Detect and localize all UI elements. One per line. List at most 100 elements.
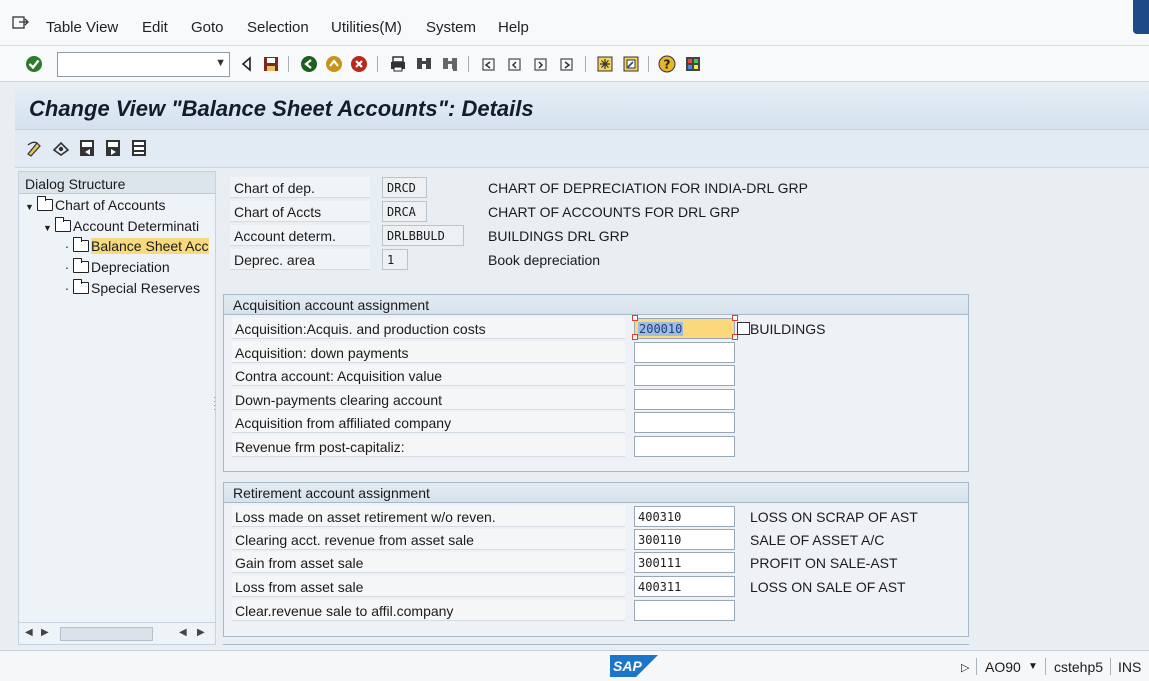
exit-icon[interactable] — [325, 55, 343, 73]
label-clearing-revenue: Clearing acct. revenue from asset sale — [232, 529, 625, 550]
first-page-icon[interactable] — [480, 55, 498, 73]
scroll-right-icon[interactable]: ▶ — [197, 627, 205, 638]
value-help-icon[interactable] — [737, 322, 750, 335]
input-affiliated-company[interactable] — [634, 412, 735, 433]
input-loss-asset-retirement[interactable]: 400310 — [634, 506, 735, 527]
tree-expand-icon[interactable]: ▼ — [43, 223, 55, 233]
input-revenue-post-capitaliz[interactable] — [634, 436, 735, 457]
input-down-payments-clearing[interactable] — [634, 389, 735, 410]
menu-bar: Table View Edit Goto Selection Utilities… — [0, 0, 1149, 46]
select-all-icon[interactable] — [129, 138, 149, 158]
toolbar-separator — [585, 56, 586, 72]
cancel-icon[interactable] — [350, 55, 368, 73]
previous-entry-icon[interactable] — [77, 138, 97, 158]
status-expand-icon[interactable]: ▷ — [961, 661, 969, 674]
menu-selection[interactable]: Selection — [247, 19, 309, 36]
retirement-group-title: Retirement account assignment — [224, 483, 968, 503]
scroll-left-icon[interactable]: ◀ — [179, 627, 187, 638]
menu-help[interactable]: Help — [498, 19, 529, 36]
next-page-icon[interactable] — [532, 55, 550, 73]
folder-icon — [73, 279, 89, 294]
status-transaction: AO90 — [985, 659, 1021, 675]
label-down-payments: Acquisition: down payments — [232, 342, 625, 363]
label-affiliated-company: Acquisition from affiliated company — [232, 412, 625, 433]
menu-table-view[interactable]: Table View — [46, 19, 118, 36]
selection-handle — [632, 334, 638, 340]
menu-utilities[interactable]: Utilities(M) — [331, 19, 402, 36]
other-entry-icon[interactable] — [51, 138, 71, 158]
menu-edit[interactable]: Edit — [142, 19, 168, 36]
label-account-determ: Account determ. — [230, 225, 370, 246]
help-icon[interactable]: ? — [658, 55, 676, 73]
input-gain-asset-sale[interactable]: 300111 — [634, 552, 735, 573]
toolbar-separator — [648, 56, 649, 72]
tree-node-special-reserves[interactable]: · Special Reserves — [61, 279, 200, 299]
selection-handle — [732, 315, 738, 321]
find-icon[interactable] — [415, 55, 433, 73]
command-field[interactable]: ▼ — [57, 52, 230, 77]
tree-node-account-determination[interactable]: ▼ Account Determinati — [43, 217, 199, 237]
next-group-edge — [223, 644, 969, 648]
sap-logo: SAP — [610, 655, 658, 677]
menu-system[interactable]: System — [426, 19, 476, 36]
desc-loss-asset-sale: LOSS ON SALE OF AST — [750, 579, 906, 595]
label-acquisition-costs: Acquisition:Acquis. and production costs — [232, 318, 625, 339]
chevron-down-icon[interactable]: ▼ — [215, 57, 226, 69]
application-toolbar — [15, 130, 1149, 168]
tree-horizontal-scrollbar[interactable]: ◀ ▶ ◀ ▶ — [19, 622, 215, 644]
input-acquisition-costs[interactable]: 200010 — [634, 318, 735, 339]
toolbar-separator — [288, 56, 289, 72]
menu-exit-icon[interactable] — [12, 16, 30, 30]
desc-clearing-revenue: SALE OF ASSET A/C — [750, 532, 885, 548]
save-icon[interactable] — [262, 55, 280, 73]
toolbar-separator — [468, 56, 469, 72]
input-down-payments[interactable] — [634, 342, 735, 363]
display-change-icon[interactable] — [25, 138, 45, 158]
desc-deprec-area: Book depreciation — [488, 252, 601, 268]
enter-check-icon[interactable] — [24, 54, 44, 74]
previous-page-icon[interactable] — [506, 55, 524, 73]
label-revenue-post-capitaliz: Revenue frm post-capitaliz: — [232, 436, 625, 457]
scroll-thumb[interactable] — [60, 627, 153, 641]
desc-acquisition-costs: BUILDINGS — [750, 321, 826, 337]
label-deprec-area: Deprec. area — [230, 249, 370, 270]
tree-node-balance-sheet-accounts[interactable]: · Balance Sheet Acc — [61, 237, 209, 257]
desc-chart-of-accts: CHART OF ACCOUNTS FOR DRL GRP — [488, 204, 740, 220]
layout-menu-icon[interactable] — [684, 55, 702, 73]
back-triangle-icon[interactable] — [238, 55, 256, 73]
field-chart-of-accts: DRCA — [382, 201, 427, 222]
window-corner-tab — [1133, 0, 1149, 34]
folder-icon — [73, 258, 89, 273]
last-page-icon[interactable] — [558, 55, 576, 73]
standard-toolbar: ▼ ? — [0, 46, 1149, 82]
svg-text:?: ? — [664, 58, 671, 72]
tree-node-chart-of-accounts[interactable]: ▼ Chart of Accounts — [25, 196, 166, 216]
status-separator — [1110, 658, 1111, 675]
print-icon[interactable] — [389, 55, 407, 73]
label-clear-revenue-affil: Clear.revenue sale to affil.company — [232, 600, 625, 621]
tree-node-depreciation[interactable]: · Depreciation — [61, 258, 170, 278]
selection-handle — [632, 315, 638, 321]
next-entry-icon[interactable] — [103, 138, 123, 158]
menu-goto[interactable]: Goto — [191, 19, 224, 36]
tree-expand-icon[interactable]: ▼ — [25, 202, 37, 212]
desc-loss-asset-retirement: LOSS ON SCRAP OF AST — [750, 509, 918, 525]
input-contra-account[interactable] — [634, 365, 735, 386]
splitter-handle[interactable]: · · · · — [213, 393, 216, 414]
shortcut-icon[interactable] — [622, 55, 640, 73]
chevron-down-icon[interactable]: ▼ — [1028, 661, 1038, 672]
scroll-right-icon[interactable]: ▶ — [41, 627, 49, 638]
screen-title-bar: Change View "Balance Sheet Accounts": De… — [15, 90, 1149, 130]
input-clear-revenue-affil[interactable] — [634, 600, 735, 621]
dialog-structure-panel: Dialog Structure ▼ Chart of Accounts ▼ Acc… — [18, 171, 216, 645]
find-next-icon[interactable] — [441, 55, 459, 73]
input-loss-asset-sale[interactable]: 400311 — [634, 576, 735, 597]
status-bar: SAP ▷ AO90 ▼ cstehp5 INS — [0, 650, 1149, 681]
field-account-determ: DRLBBULD — [382, 225, 464, 246]
back-icon[interactable] — [300, 55, 318, 73]
input-clearing-revenue[interactable]: 300110 — [634, 529, 735, 550]
scroll-left-icon[interactable]: ◀ — [25, 627, 33, 638]
desc-gain-asset-sale: PROFIT ON SALE-AST — [750, 555, 898, 571]
create-session-icon[interactable] — [596, 55, 614, 73]
label-loss-asset-sale: Loss from asset sale — [232, 576, 625, 597]
